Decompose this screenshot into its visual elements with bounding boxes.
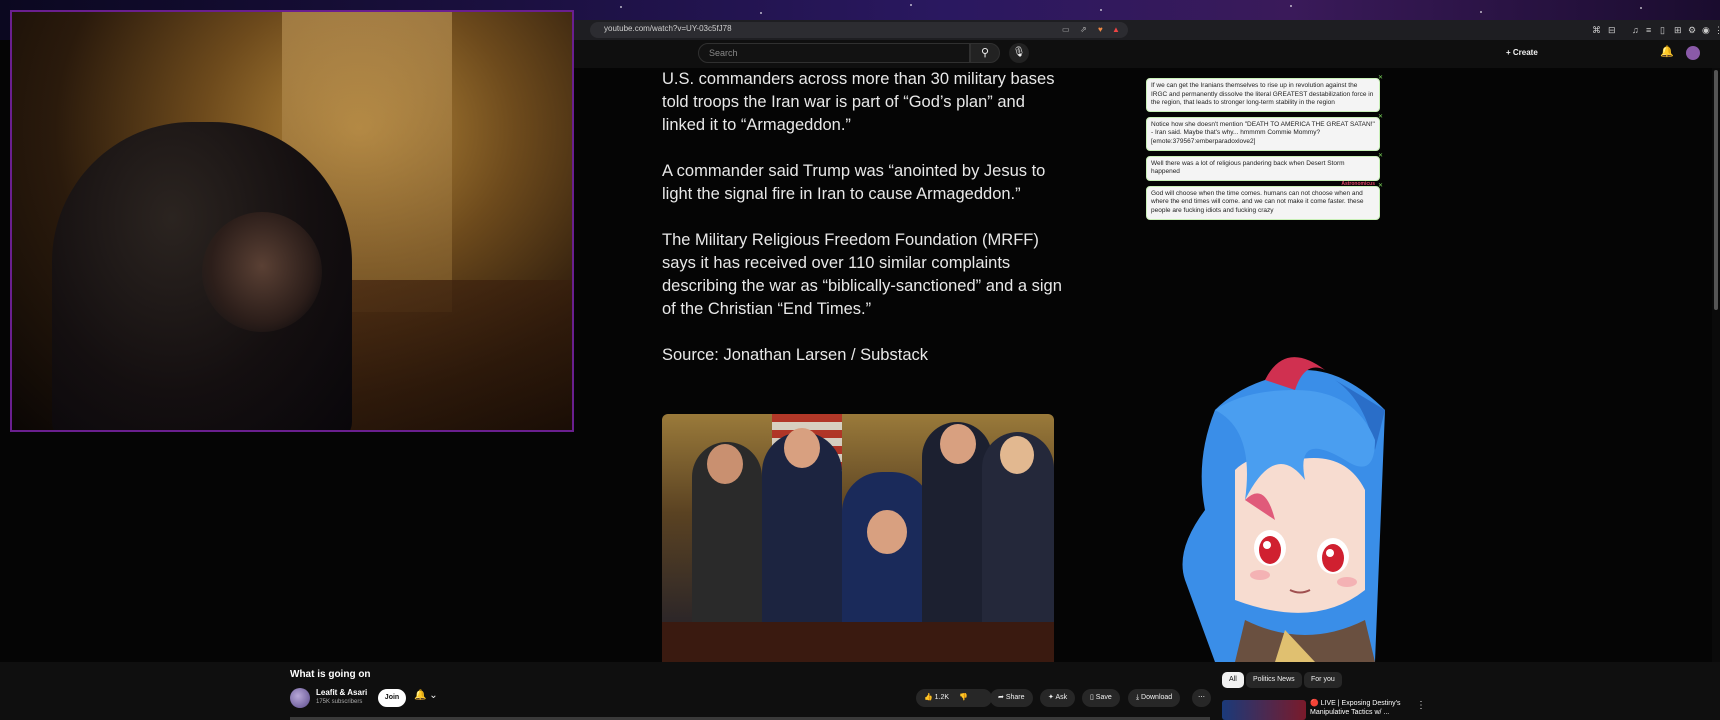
notifications-bell-icon[interactable]: 🔔 (1660, 45, 1674, 58)
video-article-text: U.S. commanders across more than 30 mili… (662, 68, 1062, 390)
microphone-icon: 🎙 (1012, 47, 1026, 58)
subscriber-count: 175K subscribers (316, 699, 363, 705)
close-icon: ✕ (1377, 75, 1383, 81)
recommended-video-title[interactable]: 🔴 LIVE | Exposing Destiny's Manipulative… (1310, 699, 1410, 717)
like-count: 1.2K (934, 694, 950, 701)
recommended-video-thumbnail[interactable] (1222, 700, 1306, 720)
chat-message: ✕ Well there was a lot of religious pand… (1146, 153, 1383, 181)
browser-menu-icon[interactable]: ⋮ (1714, 24, 1720, 36)
close-icon: ✕ (1377, 152, 1383, 159)
article-source: Source: Jonathan Larsen / Substack (662, 346, 928, 364)
article-paragraph-2: A commander said Trump was “anointed by … (662, 162, 1046, 203)
chat-username: Astronomicus (1341, 180, 1375, 187)
create-button[interactable]: + Create (1500, 44, 1544, 62)
more-actions-button[interactable]: ⋯ (1192, 689, 1211, 707)
media-controls-icon[interactable]: ♫ (1632, 24, 1639, 36)
close-icon: ✕ (1377, 182, 1383, 189)
video-title: What is going on (290, 669, 371, 680)
desk (662, 622, 1054, 662)
chip-all[interactable]: All (1222, 672, 1244, 688)
share-icon: ➦ (998, 694, 1006, 701)
subscription-bell-icon[interactable]: 🔔 ⌄ (414, 690, 438, 701)
address-bar[interactable]: youtube.com/watch?v=UY-03c5fJ78 ▭ ⇗ ♥ ▲ (590, 22, 1128, 38)
sidebar-icon[interactable]: ▯ (1660, 24, 1665, 36)
tab-search-icon[interactable]: ⊟ (1608, 24, 1616, 36)
profile-icon[interactable]: ◉ (1702, 24, 1710, 36)
browser-toolbar: youtube.com/watch?v=UY-03c5fJ78 ▭ ⇗ ♥ ▲ … (574, 20, 1720, 40)
extension-icon[interactable]: ♥ (1098, 25, 1108, 35)
share-button[interactable]: ➦ Share (990, 689, 1033, 707)
article-paragraph-1: U.S. commanders across more than 30 mili… (662, 70, 1055, 134)
vtuber-avatar (1175, 350, 1385, 662)
search-button[interactable]: ⚲ (970, 43, 1000, 63)
close-icon: ✕ (1377, 113, 1383, 120)
channel-avatar[interactable] (290, 688, 310, 708)
chip-politics-news[interactable]: Politics News (1246, 672, 1302, 688)
webcam-overlay (10, 10, 574, 432)
join-button[interactable]: Join (378, 689, 406, 707)
share-page-icon[interactable]: ⇗ (1080, 25, 1090, 35)
video-info-bar: What is going on Leafit & Asari 175K sub… (0, 662, 1720, 720)
chat-overlay: ✕ If we can get the Iranians themselves … (1146, 75, 1383, 225)
recommendation-menu-icon[interactable]: ⋮ (1416, 700, 1426, 711)
reading-list-icon[interactable]: ≡ (1646, 24, 1651, 36)
like-icon[interactable]: 👍 (924, 694, 933, 701)
chip-for-you[interactable]: For you (1304, 672, 1342, 688)
download-button[interactable]: ⤓ Download (1128, 689, 1181, 707)
voice-search-button[interactable]: 🎙 (1009, 43, 1029, 63)
account-avatar[interactable] (1686, 46, 1700, 60)
search-input[interactable]: Search (698, 43, 970, 63)
extension-alert-icon[interactable]: ▲ (1112, 25, 1122, 35)
chat-message: ✕ If we can get the Iranians themselves … (1146, 75, 1383, 112)
url-text: youtube.com/watch?v=UY-03c5fJ78 (604, 24, 732, 33)
article-paragraph-3: The Military Religious Freedom Foundatio… (662, 231, 1062, 318)
scrollbar-thumb[interactable] (1714, 70, 1718, 310)
chat-message: Astronomicus ✕ God will choose when the … (1146, 181, 1383, 220)
cast-icon[interactable]: ▭ (1062, 25, 1072, 35)
channel-name[interactable]: Leafit & Asari (316, 688, 367, 697)
search-placeholder: Search (709, 48, 738, 58)
more-icon: ⋯ (1198, 694, 1205, 701)
search-icon: ⚲ (980, 47, 990, 59)
youtube-header: Search ⚲ 🎙 + Create 🔔 (574, 40, 1720, 68)
news-photo (662, 414, 1054, 662)
save-button[interactable]: ▯ Save (1082, 689, 1120, 707)
ask-button[interactable]: ✦ Ask (1040, 689, 1076, 707)
settings-icon[interactable]: ⚙ (1688, 24, 1696, 36)
dislike-icon[interactable]: 👎 (959, 694, 968, 701)
like-dislike-button[interactable]: 👍 1.2K 👎 (916, 689, 992, 707)
downloads-icon[interactable]: ⊞ (1674, 24, 1682, 36)
extension-puzzle-icon[interactable]: ⌘ (1592, 24, 1601, 36)
chat-message: ✕ Notice how she doesn't mention "DEATH … (1146, 114, 1383, 151)
